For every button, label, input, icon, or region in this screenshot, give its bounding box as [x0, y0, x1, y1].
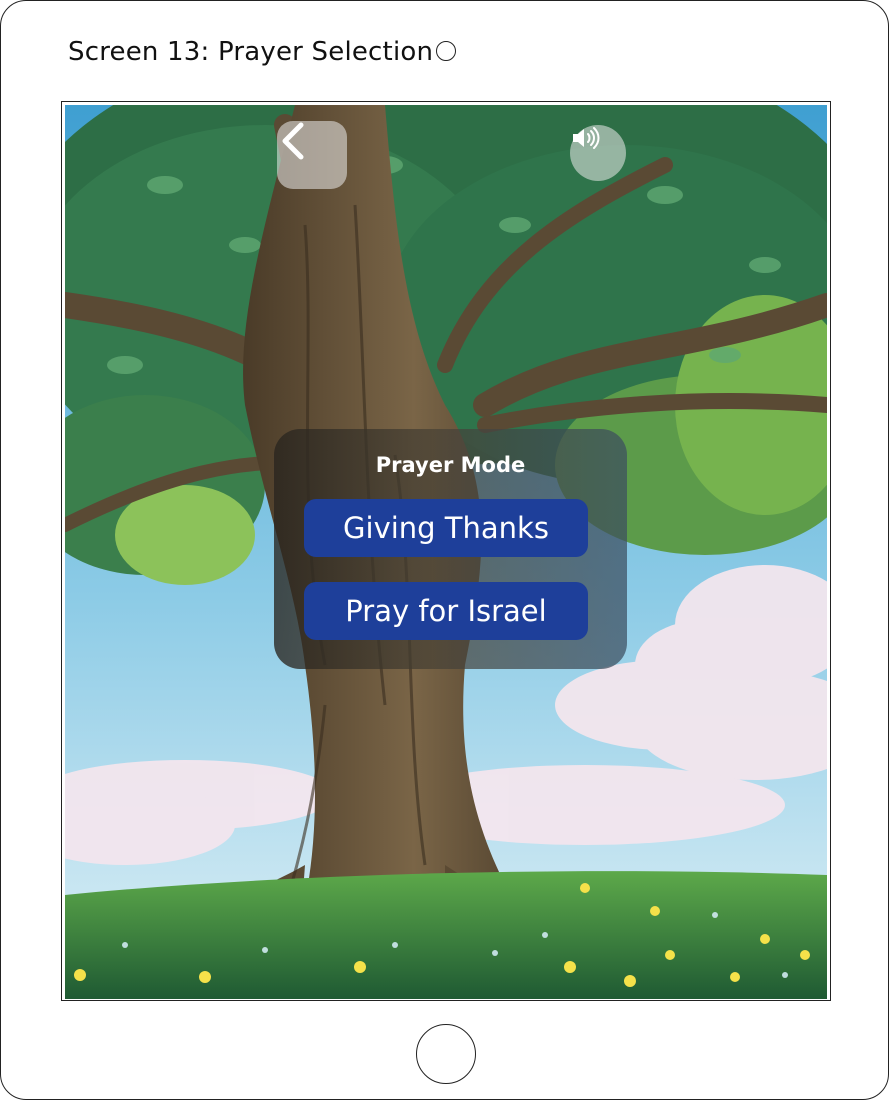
back-button[interactable]	[277, 121, 347, 189]
tree-scene: Prayer Mode Giving Thanks Pray for Israe…	[65, 105, 827, 999]
home-button[interactable]	[416, 1024, 476, 1084]
giving-thanks-button[interactable]: Giving Thanks	[304, 499, 588, 557]
tablet-frame: Screen 13: Prayer Selection Prayer Mode …	[0, 0, 889, 1100]
prayer-mode-dialog: Prayer Mode Giving Thanks Pray for Israe…	[274, 429, 627, 669]
dialog-title: Prayer Mode	[375, 453, 526, 477]
app-viewport: Prayer Mode Giving Thanks Pray for Israe…	[61, 101, 831, 1001]
screen-title: Screen 13: Prayer Selection	[68, 37, 434, 67]
camera-icon	[436, 41, 456, 61]
sound-button[interactable]	[570, 125, 626, 181]
pray-for-israel-button[interactable]: Pray for Israel	[304, 582, 588, 640]
chevron-left-icon	[282, 122, 304, 160]
speaker-volume-icon	[573, 127, 600, 149]
